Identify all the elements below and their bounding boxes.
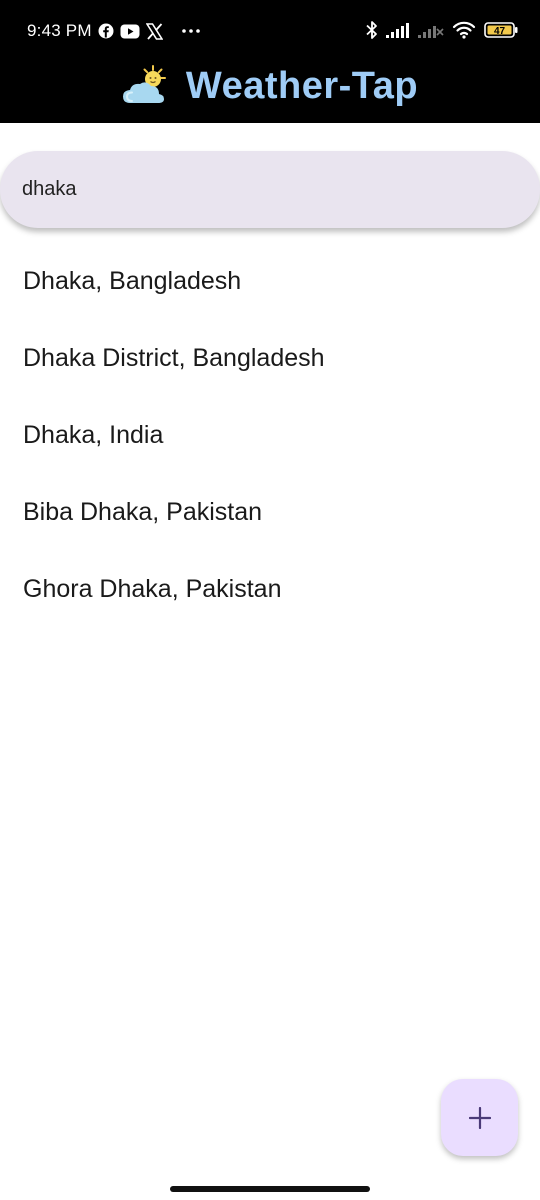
result-item[interactable]: Dhaka District, Bangladesh (0, 320, 540, 397)
result-item[interactable]: Ghora Dhaka, Pakistan (0, 551, 540, 628)
result-item[interactable]: Dhaka, India (0, 397, 540, 474)
youtube-icon (120, 24, 140, 39)
result-label: Biba Dhaka, Pakistan (23, 498, 263, 526)
home-indicator[interactable] (170, 1186, 370, 1192)
screen: 9:43 PM 47 Weather-Tap dhaka Dhaka, Bang… (0, 0, 540, 1200)
x-icon (145, 22, 163, 40)
status-left: 9:43 PM (27, 19, 201, 43)
more-dots-icon (181, 28, 201, 34)
result-label: Dhaka, Bangladesh (23, 267, 242, 295)
status-right: 47 (366, 18, 518, 42)
results-list: Dhaka, Bangladesh Dhaka District, Bangla… (0, 243, 540, 628)
sun-cloud-icon (122, 65, 170, 107)
add-location-button[interactable] (441, 1079, 518, 1156)
battery-level: 47 (494, 26, 506, 37)
status-time: 9:43 PM (27, 21, 92, 40)
search-input[interactable] (22, 151, 502, 228)
result-label: Dhaka, India (23, 421, 164, 449)
battery-icon: 47 (484, 22, 518, 38)
top-bar: 9:43 PM 47 Weather-Tap (0, 0, 540, 123)
app-header: Weather-Tap (0, 58, 540, 114)
signal-icon (386, 22, 410, 38)
app-title: Weather-Tap (185, 64, 419, 107)
bluetooth-icon (366, 20, 378, 40)
result-label: Ghora Dhaka, Pakistan (23, 575, 282, 603)
signal-noservice-icon (418, 22, 444, 38)
result-item[interactable]: Dhaka, Bangladesh (0, 243, 540, 320)
search-bar[interactable] (0, 151, 540, 228)
wifi-icon (452, 21, 476, 39)
status-bar: 9:43 PM 47 (0, 0, 540, 60)
result-item[interactable]: Biba Dhaka, Pakistan (0, 474, 540, 551)
result-label: Dhaka District, Bangladesh (23, 344, 325, 372)
plus-icon (468, 1106, 491, 1129)
facebook-icon (98, 23, 114, 39)
